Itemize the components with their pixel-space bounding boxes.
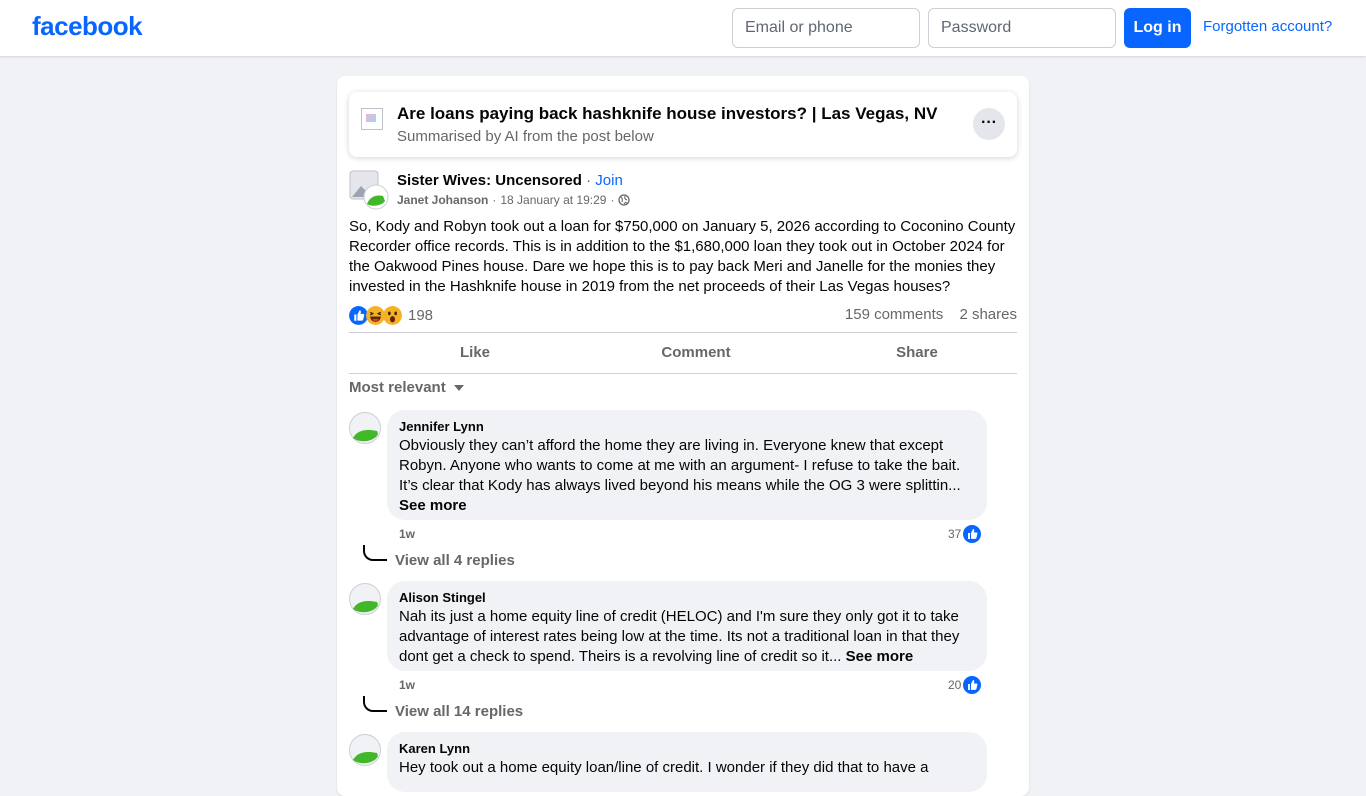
reply-connector [363, 696, 387, 712]
login-button[interactable]: Log in [1124, 8, 1191, 48]
comment-body: Obviously they can’t afford the home the… [399, 437, 961, 494]
post-meta: Janet Johanson · 18 January at 19:29 · [397, 193, 631, 207]
password-field[interactable] [928, 8, 1116, 48]
like-reaction-icon [963, 676, 982, 694]
comment-likes[interactable]: 20 [948, 676, 982, 694]
divider [349, 332, 1017, 333]
more-options-button[interactable]: ··· [973, 108, 1005, 140]
reply-connector [363, 545, 387, 561]
comment-bubble: Karen Lynn Hey took out a home equity lo… [387, 732, 987, 792]
group-avatar[interactable] [349, 170, 389, 210]
separator: · [610, 193, 615, 207]
summary-thumbnail [361, 108, 383, 130]
post-timestamp[interactable]: 18 January at 19:29 [500, 193, 606, 207]
wow-reaction-icon [383, 305, 402, 325]
comment-time[interactable]: 1w [399, 678, 415, 692]
commenter-name[interactable]: Alison Stingel [399, 590, 975, 606]
comment-button[interactable]: Comment [585, 334, 807, 372]
sort-label: Most relevant [349, 379, 446, 396]
ai-summary-title[interactable]: Are loans paying back hashknife house in… [397, 104, 937, 124]
commenter-avatar[interactable] [349, 412, 381, 444]
post-text: So, Kody and Robyn took out a loan for $… [349, 218, 1016, 295]
like-button[interactable]: Like [364, 334, 586, 372]
see-more-link[interactable]: See more [399, 497, 467, 514]
comment-bubble: Jennifer Lynn Obviously they can’t affor… [387, 410, 987, 520]
group-name-line: Sister Wives: Uncensored · Join [397, 172, 623, 189]
ai-summary-box[interactable]: Are loans paying back hashknife house in… [349, 92, 1017, 157]
commenter-name[interactable]: Karen Lynn [399, 741, 975, 757]
post-author[interactable]: Janet Johanson [397, 193, 488, 207]
forgot-account-link[interactable]: Forgotten account? [1203, 18, 1332, 35]
see-more-link[interactable]: See more [846, 648, 914, 665]
view-replies-link[interactable]: View all 14 replies [395, 703, 523, 720]
facebook-logo[interactable]: facebook [32, 11, 143, 42]
divider [349, 373, 1017, 374]
commenter-name[interactable]: Jennifer Lynn [399, 419, 975, 435]
caret-down-icon [453, 385, 464, 392]
join-link[interactable]: Join [595, 172, 623, 189]
comment-text: Obviously they can’t afford the home the… [399, 436, 975, 516]
comment-text: Hey took out a home equity loan/line of … [399, 758, 975, 778]
comment-like-count: 20 [948, 678, 962, 692]
email-field[interactable] [732, 8, 920, 48]
separator: · [586, 172, 592, 189]
comment-time[interactable]: 1w [399, 527, 415, 541]
comment-bubble: Alison Stingel Nah its just a home equit… [387, 581, 987, 671]
separator: · [492, 193, 497, 207]
group-name[interactable]: Sister Wives: Uncensored [397, 172, 582, 189]
view-replies-link[interactable]: View all 4 replies [395, 552, 515, 569]
shares-count[interactable]: 2 shares [959, 306, 1017, 323]
globe-icon [618, 194, 631, 206]
comments-count[interactable]: 159 comments [845, 306, 943, 323]
engagement-counts: 159 comments 2 shares [845, 306, 1017, 323]
ai-summary-subtitle: Summarised by AI from the post below [397, 128, 654, 145]
comment-likes[interactable]: 37 [948, 525, 982, 543]
commenter-avatar[interactable] [349, 583, 381, 615]
share-button[interactable]: Share [806, 334, 1028, 372]
like-reaction-icon [963, 525, 982, 543]
reaction-count: 198 [408, 306, 434, 324]
top-navigation-bar: facebook Log in Forgotten account? [0, 0, 1366, 56]
commenter-avatar[interactable] [349, 734, 381, 766]
comment-sort-dropdown[interactable]: Most relevant [349, 379, 464, 396]
comment-like-count: 37 [948, 527, 962, 541]
post-card: Are loans paying back hashknife house in… [337, 76, 1029, 796]
comment-text: Nah its just a home equity line of credi… [399, 607, 975, 667]
reactions-summary[interactable]: 198 [349, 305, 433, 325]
